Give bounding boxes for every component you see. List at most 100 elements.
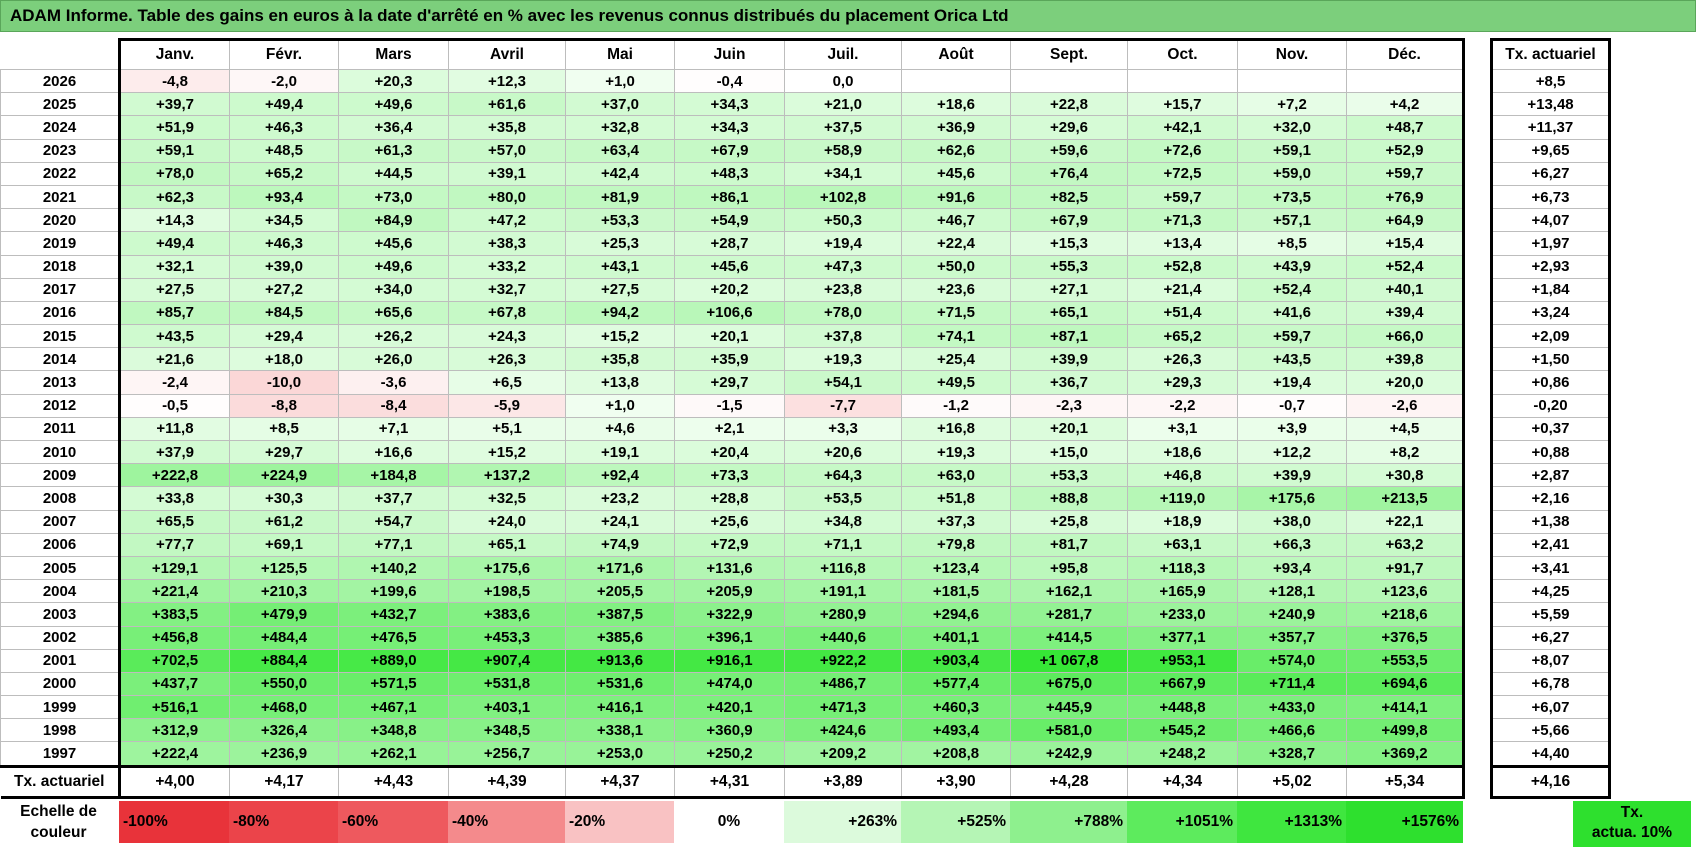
spacer xyxy=(1463,185,1492,209)
value-cell: +34,1 xyxy=(784,161,902,186)
value-cell: +37,3 xyxy=(901,509,1011,534)
value-cell: +32,1 xyxy=(119,254,230,279)
value-cell: +34,5 xyxy=(229,208,339,233)
value-cell: +7,1 xyxy=(338,416,449,442)
value-cell: +401,1 xyxy=(901,625,1011,650)
legend-label: Echelle de couleur xyxy=(0,801,117,843)
value-cell: +137,2 xyxy=(448,463,566,488)
value-cell: +39,0 xyxy=(229,254,339,279)
value-cell: +20,3 xyxy=(338,68,449,94)
value-cell: +63,1 xyxy=(1127,532,1238,557)
value-cell: +175,6 xyxy=(1237,486,1347,511)
value-cell: +46,3 xyxy=(229,231,339,256)
value-cell: +348,5 xyxy=(448,718,566,743)
value-cell: +48,5 xyxy=(229,138,339,163)
value-cell: +82,5 xyxy=(1010,184,1128,210)
spacer xyxy=(1463,649,1492,673)
footer-value-cell: +4,31 xyxy=(674,764,785,799)
year-cell: 2012 xyxy=(0,393,121,418)
color-scale-legend: Echelle de couleur -100% -80% -60% -40% -20%… xyxy=(0,799,1696,847)
value-cell: +39,4 xyxy=(1346,300,1465,326)
value-cell: +95,8 xyxy=(1010,555,1128,581)
value-cell: +84,5 xyxy=(229,300,339,326)
corner-cell xyxy=(0,39,121,70)
value-cell: +65,5 xyxy=(119,509,230,534)
actuarial-cell: +8,07 xyxy=(1490,648,1611,673)
year-cell: 2010 xyxy=(0,439,121,465)
value-cell: +360,9 xyxy=(674,718,785,743)
value-cell: +20,1 xyxy=(1010,416,1128,442)
year-cell: 2025 xyxy=(0,92,121,117)
value-cell: +19,3 xyxy=(901,439,1011,465)
value-cell: +63,2 xyxy=(1346,532,1465,557)
month-header: Juin xyxy=(674,38,785,70)
value-cell: +198,5 xyxy=(448,579,566,604)
value-cell: +46,7 xyxy=(901,208,1011,233)
value-cell: +140,2 xyxy=(338,555,449,581)
value-cell: +3,1 xyxy=(1127,416,1238,442)
year-cell: 2020 xyxy=(0,208,121,233)
value-cell: +531,8 xyxy=(448,671,566,697)
table-row: 2005 +129,1 +125,5 +140,2 +175,6 +171,6 +131,6… xyxy=(0,555,1611,581)
value-cell: +62,6 xyxy=(901,138,1011,163)
value-cell: +209,2 xyxy=(784,741,902,767)
footer-value-cell: +4,17 xyxy=(229,764,339,799)
value-cell: +123,6 xyxy=(1346,579,1465,604)
value-cell: +36,9 xyxy=(901,115,1011,140)
value-cell: +43,1 xyxy=(565,254,675,279)
value-cell: +23,6 xyxy=(901,277,1011,302)
value-cell: +376,5 xyxy=(1346,625,1465,650)
value-cell: +1,0 xyxy=(565,393,675,418)
value-cell: +213,5 xyxy=(1346,486,1465,511)
value-cell: +224,9 xyxy=(229,463,339,488)
value-cell: -1,2 xyxy=(901,393,1011,418)
value-cell: +312,9 xyxy=(119,718,230,743)
value-cell: +11,8 xyxy=(119,416,230,442)
month-header: Juil. xyxy=(784,38,902,70)
value-cell: +7,2 xyxy=(1237,92,1347,117)
value-cell: +27,1 xyxy=(1010,277,1128,302)
value-cell: -2,6 xyxy=(1346,393,1465,418)
value-cell: +45,6 xyxy=(338,231,449,256)
value-cell: +52,9 xyxy=(1346,138,1465,163)
actuarial-cell: +8,5 xyxy=(1490,68,1611,94)
value-cell: +493,4 xyxy=(901,718,1011,743)
spacer xyxy=(1463,626,1492,650)
actuarial-cell: +4,40 xyxy=(1490,741,1611,767)
value-cell: +35,9 xyxy=(674,347,785,372)
value-cell: +4,5 xyxy=(1346,416,1465,442)
value-cell: -8,4 xyxy=(338,393,449,418)
year-cell: 2008 xyxy=(0,486,121,511)
value-cell: +205,9 xyxy=(674,579,785,604)
value-cell: +922,2 xyxy=(784,648,902,673)
value-cell: -1,5 xyxy=(674,393,785,418)
value-cell: +45,6 xyxy=(674,254,785,279)
year-cell: 2015 xyxy=(0,324,121,349)
value-cell: +4,2 xyxy=(1346,92,1465,117)
legend-swatch: +525% xyxy=(901,801,1010,843)
footer-actuarial-cell: +4,16 xyxy=(1490,764,1611,799)
value-cell: +61,6 xyxy=(448,92,566,117)
spacer xyxy=(1463,556,1492,580)
value-cell: +581,0 xyxy=(1010,718,1128,743)
month-header: Nov. xyxy=(1237,38,1347,70)
actuarial-cell: +0,86 xyxy=(1490,370,1611,395)
value-cell: +208,8 xyxy=(901,741,1011,767)
value-cell: +281,7 xyxy=(1010,602,1128,627)
value-cell: +433,0 xyxy=(1237,695,1347,720)
value-cell: +424,6 xyxy=(784,718,902,743)
value-cell: +675,0 xyxy=(1010,671,1128,697)
value-cell: +27,5 xyxy=(119,277,230,302)
value-cell: +210,3 xyxy=(229,579,339,604)
table-row: 2002 +456,8 +484,4 +476,5 +453,3 +385,6 +396,1… xyxy=(0,625,1611,650)
table-row: 2015 +43,5 +29,4 +26,2 +24,3 +15,2 +20,1 +37,8 +… xyxy=(0,324,1611,349)
year-cell: 2021 xyxy=(0,184,121,210)
value-cell: +52,8 xyxy=(1127,254,1238,279)
value-cell: +553,5 xyxy=(1346,648,1465,673)
footer-row: Tx. actuariel +4,00 +4,17 +4,43 +4,39 +4,37 +4… xyxy=(0,764,1611,799)
value-cell: +77,1 xyxy=(338,532,449,557)
value-cell: +1,0 xyxy=(565,68,675,94)
year-cell: 2018 xyxy=(0,254,121,279)
value-cell: +65,1 xyxy=(448,532,566,557)
value-cell: +57,0 xyxy=(448,138,566,163)
